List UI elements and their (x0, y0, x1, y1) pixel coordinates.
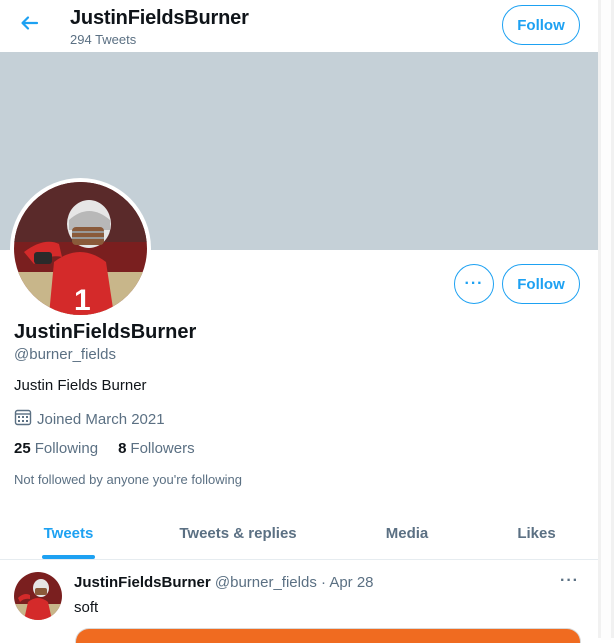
profile-handle: @burner_fields (14, 346, 116, 363)
header-follow-button[interactable]: Follow (502, 5, 580, 45)
calendar-icon (14, 408, 32, 430)
header-title: JustinFieldsBurner (70, 7, 249, 29)
tweet-meta: @burner_fields · Apr 28 (214, 574, 374, 591)
profile-tabs: Tweets Tweets & replies Media Likes (0, 508, 598, 560)
scrollbar-thumb[interactable] (601, 0, 611, 640)
following-link[interactable]: 25 Following (14, 440, 98, 457)
more-options-button[interactable]: ··· (454, 264, 494, 304)
tab-likes[interactable]: Likes (475, 508, 598, 558)
avatar-photo: 1 (14, 182, 147, 315)
tweet-media-preview[interactable] (75, 628, 581, 643)
followers-link[interactable]: 8 Followers (118, 440, 195, 457)
profile-header: JustinFieldsBurner 294 Tweets Follow (0, 0, 598, 52)
tweet-header: JustinFieldsBurner @burner_fields · Apr … (74, 574, 374, 591)
tweet-item[interactable]: JustinFieldsBurner @burner_fields · Apr … (0, 560, 598, 638)
followers-count: 8 (118, 440, 127, 457)
profile-avatar[interactable]: 1 (10, 178, 151, 319)
joined-label: Joined March 2021 (37, 410, 165, 428)
not-followed-note: Not followed by anyone you're following (14, 472, 242, 487)
profile-page: JustinFieldsBurner 294 Tweets Follow 1 ·… (0, 0, 599, 643)
svg-text:1: 1 (74, 284, 91, 315)
more-icon: ··· (464, 275, 484, 292)
tweet-author-name[interactable]: JustinFieldsBurner (74, 574, 211, 591)
back-button[interactable] (12, 8, 46, 42)
follow-stats: 25 Following 8 Followers (14, 440, 195, 457)
joined-date: Joined March 2021 (14, 408, 165, 430)
profile-name: JustinFieldsBurner (14, 321, 197, 343)
tab-media[interactable]: Media (339, 508, 475, 558)
followers-label: Followers (130, 440, 195, 457)
following-count: 25 (14, 440, 31, 457)
tab-tweets-replies[interactable]: Tweets & replies (137, 508, 339, 558)
profile-bio: Justin Fields Burner (14, 377, 147, 394)
tab-tweets[interactable]: Tweets (0, 508, 137, 558)
back-arrow-icon (19, 13, 39, 38)
tweet-count: 294 Tweets (70, 32, 137, 47)
tweet-text: soft (74, 599, 99, 616)
scrollbar[interactable] (598, 0, 614, 640)
active-tab-indicator (42, 555, 95, 559)
following-label: Following (34, 440, 99, 457)
tweet-more-icon[interactable]: ··· (560, 572, 579, 590)
tweet-avatar[interactable] (14, 572, 62, 620)
follow-button[interactable]: Follow (502, 264, 580, 304)
